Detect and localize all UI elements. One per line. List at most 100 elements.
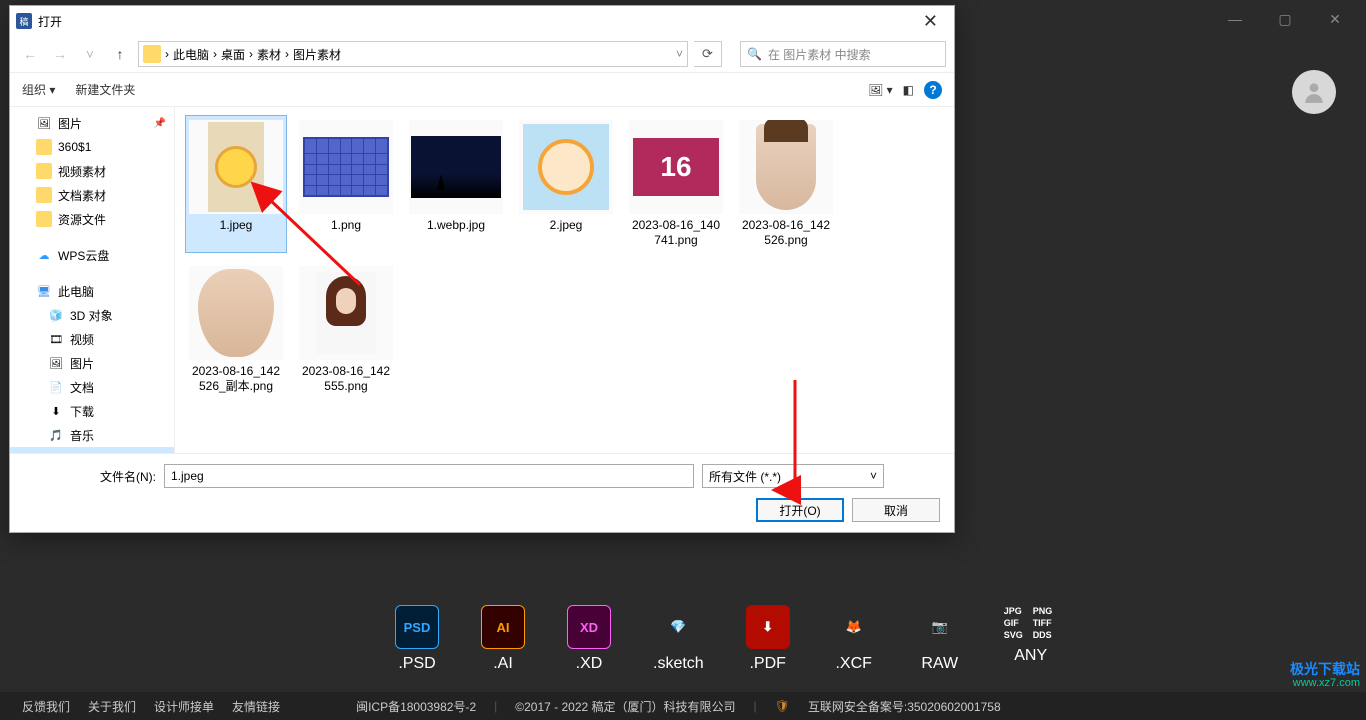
format-pdf[interactable]: ⬇ .PDF [746, 605, 790, 673]
bg-window-controls: — ▢ ✕ [1212, 0, 1366, 38]
open-button[interactable]: 打开(O) [756, 498, 844, 522]
view-mode-icon[interactable]: 🖼 ▾ [868, 83, 893, 97]
footer-links[interactable]: 友情链接 [232, 698, 280, 715]
footer-icp[interactable]: 闽ICP备18003982号-2 [356, 698, 476, 715]
folder-icon [36, 163, 52, 179]
format-label: RAW [921, 655, 958, 673]
organize-button[interactable]: 组织 ▾ [22, 81, 55, 98]
help-icon[interactable]: ? [924, 81, 942, 99]
user-icon [1301, 79, 1327, 105]
sidebar-item[interactable]: 🧊3D 对象 [10, 303, 174, 327]
format-label: ANY [1014, 647, 1047, 665]
dialog-title: 打开 [38, 13, 62, 30]
format-any[interactable]: JPGPNGGIFTIFFSVGDDSANY [1004, 605, 1058, 665]
thumbnail [739, 120, 833, 214]
sidebar-item[interactable]: 📄文档 [10, 375, 174, 399]
thumbnail [409, 120, 503, 214]
sidebar-item-label: 文档素材 [58, 187, 106, 204]
preview-pane-icon[interactable]: ◧ [903, 83, 914, 97]
folder-icon [36, 211, 52, 227]
format-xd[interactable]: XD.XD [567, 605, 611, 673]
file-name: 1.jpeg [220, 218, 253, 233]
sidebar-item[interactable]: 资源文件 [10, 207, 174, 231]
footer-designer[interactable]: 设计师接单 [154, 698, 214, 715]
sidebar-item[interactable]: 🖥 此电脑 [10, 279, 174, 303]
file-item[interactable]: 1.png [295, 115, 397, 253]
sidebar-item[interactable]: 360$1 [10, 135, 174, 159]
close-icon[interactable]: ✕ [1312, 4, 1358, 34]
file-name: 2.jpeg [550, 218, 583, 233]
file-item[interactable]: 2023-08-16_142526_副本.png [185, 261, 287, 399]
breadcrumb-seg[interactable]: 素材 [257, 46, 281, 63]
chevron-down-icon: ˅ [870, 469, 877, 483]
breadcrumb-seg[interactable]: 桌面 [221, 46, 245, 63]
sidebar-item[interactable]: 🎵 音乐 [10, 423, 174, 447]
format-psd[interactable]: PSD.PSD [395, 605, 439, 673]
watermark-url: www.xz7.com [1290, 676, 1360, 690]
file-item[interactable]: 1.jpeg [185, 115, 287, 253]
avatar[interactable] [1292, 70, 1336, 114]
format-ai[interactable]: AI .AI [481, 605, 525, 673]
thumbnail: 16 [629, 120, 723, 214]
breadcrumb-seg[interactable]: 图片素材 [293, 46, 341, 63]
file-item[interactable]: 2.jpeg [515, 115, 617, 253]
forward-icon[interactable]: → [48, 42, 72, 66]
footer-security[interactable]: 互联网安全备案号:35020602001758 [808, 698, 1001, 715]
sidebar: 🖼图片📌360$1视频素材文档素材资源文件 ☁WPS云盘 🖥 此电脑 🧊3D 对象🎞视频… [10, 107, 175, 453]
file-grid: 1.jpeg1.png1.webp.jpg2.jpeg162023-08-16_… [185, 115, 944, 399]
format-icon: ⬇ [746, 605, 790, 649]
file-item[interactable]: 1.webp.jpg [405, 115, 507, 253]
address-row: ← → ˅ ↑ › 此电脑 › 桌面 › 素材 › 图片素材 ˅ ⟳ 🔍 在 图… [10, 36, 954, 72]
dialog-body: 🖼图片📌360$1视频素材文档素材资源文件 ☁WPS云盘 🖥 此电脑 🧊3D 对象🎞视频… [10, 106, 954, 453]
filename-input[interactable] [164, 464, 694, 488]
file-item[interactable]: 2023-08-16_142555.png [295, 261, 397, 399]
picture-icon: 🖼 [36, 115, 52, 131]
sidebar-item-label: 音乐 [70, 427, 94, 444]
sidebar-item-label: WPS云盘 [58, 247, 109, 264]
file-item[interactable]: 162023-08-16_140741.png [625, 115, 727, 253]
format-icon: AI [481, 605, 525, 649]
sidebar-item[interactable]: 🖼图片📌 [10, 111, 174, 135]
sidebar-item[interactable]: 🎞视频 [10, 327, 174, 351]
sidebar-item[interactable]: ☁WPS云盘 [10, 243, 174, 267]
format-raw[interactable]: 📷RAW [918, 605, 962, 673]
breadcrumb-root[interactable]: 此电脑 [173, 46, 209, 63]
search-input[interactable]: 🔍 在 图片素材 中搜索 [740, 41, 946, 67]
back-icon[interactable]: ← [18, 42, 42, 66]
maximize-icon[interactable]: ▢ [1262, 4, 1308, 34]
footer-feedback[interactable]: 反馈我们 [22, 698, 70, 715]
pc-icon: 🖥 [36, 283, 52, 299]
recent-icon[interactable]: ˅ [78, 42, 102, 66]
up-icon[interactable]: ↑ [108, 42, 132, 66]
sidebar-item[interactable]: 文档素材 [10, 183, 174, 207]
sidebar-item[interactable]: 视频素材 [10, 159, 174, 183]
thumbnail [189, 266, 283, 360]
thumbnail [189, 120, 283, 214]
footer: 反馈我们 关于我们 设计师接单 友情链接 闽ICP备18003982号-2 | … [0, 692, 1366, 720]
filename-label: 文件名(N): [24, 468, 156, 485]
new-folder-button[interactable]: 新建文件夹 [75, 81, 135, 98]
format-label: .XD [576, 655, 603, 673]
format-label: .PDF [749, 655, 785, 673]
sidebar-item-label: 此电脑 [58, 283, 94, 300]
sidebar-item-label: 桌面 [70, 451, 94, 454]
music-icon: 🎵 [48, 427, 64, 443]
format-label: .AI [493, 655, 513, 673]
cancel-button[interactable]: 取消 [852, 498, 940, 522]
file-item[interactable]: 2023-08-16_142526.png [735, 115, 837, 253]
format-xcf[interactable]: 🦊.XCF [832, 605, 876, 673]
minimize-icon[interactable]: — [1212, 4, 1258, 34]
file-area[interactable]: 1.jpeg1.png1.webp.jpg2.jpeg162023-08-16_… [175, 107, 954, 453]
close-icon[interactable]: ✕ [913, 11, 948, 32]
folder-icon [143, 45, 161, 63]
footer-about[interactable]: 关于我们 [88, 698, 136, 715]
sidebar-item-label: 图片 [70, 355, 94, 372]
breadcrumb[interactable]: › 此电脑 › 桌面 › 素材 › 图片素材 ˅ [138, 41, 688, 67]
desktop-icon: 🖥 [48, 451, 64, 453]
filetype-select[interactable]: 所有文件 (*.*) ˅ [702, 464, 884, 488]
sidebar-item[interactable]: 🖼图片 [10, 351, 174, 375]
format-sketch[interactable]: 💎.sketch [653, 605, 704, 673]
sidebar-item[interactable]: 🖥 桌面 [10, 447, 174, 453]
sidebar-item[interactable]: ⬇下载 [10, 399, 174, 423]
refresh-icon[interactable]: ⟳ [694, 41, 722, 67]
